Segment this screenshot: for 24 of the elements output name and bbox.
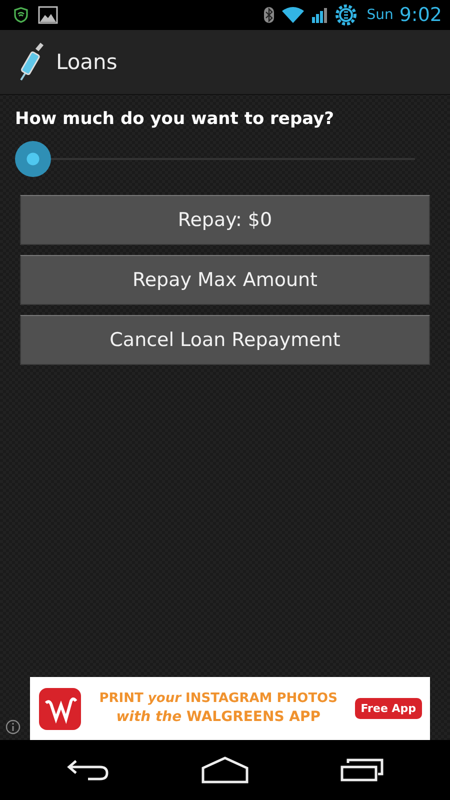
prompt-text: How much do you want to repay? [15,109,336,129]
wifi-icon [280,6,305,24]
syringe-icon [18,42,46,82]
recent-apps-icon[interactable] [340,758,384,782]
info-icon[interactable] [5,719,21,735]
shield-icon [14,7,28,23]
action-button[interactable]: Repay Max Amount [20,255,430,305]
image-icon [38,6,58,24]
signal-icon [310,7,329,23]
bluetooth-icon [262,6,275,24]
logo-icon [38,686,82,730]
back-icon[interactable] [66,758,110,782]
status-time: 9:02 [399,4,442,26]
free-app-button[interactable]: Free App [354,698,422,719]
ad-headline: PRINT your INSTAGRAM PHOTOS [99,690,338,708]
ad-subline: with the WALGREENS APP [116,708,321,727]
home-icon[interactable] [200,756,249,784]
action-button[interactable]: Repay: $0 [20,195,430,245]
screen-title: Loans [56,50,118,74]
gear-icon [334,4,357,26]
ad-banner[interactable]: PRINT your INSTAGRAM PHOTOS with the WALGREENS APP Free App [30,677,430,740]
amount-slider[interactable] [15,141,415,177]
action-button[interactable]: Cancel Loan Repayment [20,315,430,365]
status-day: Sun [366,7,394,23]
